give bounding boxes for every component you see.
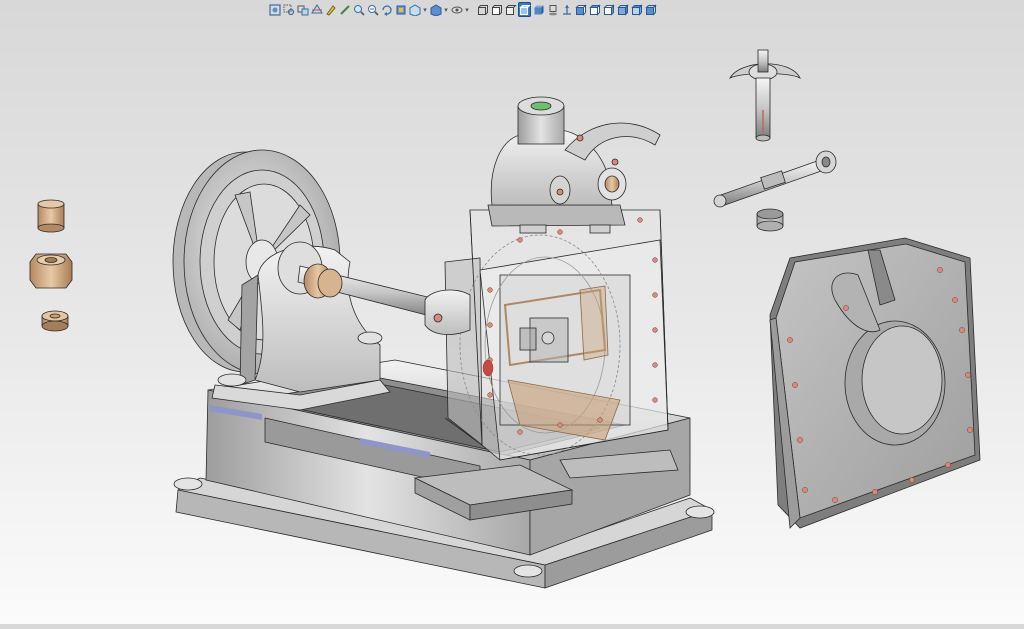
cover-plate-part[interactable]: [769, 237, 981, 529]
shadows-icon[interactable]: [546, 2, 559, 17]
display-style-dropdown-caret[interactable]: ▾: [443, 2, 449, 17]
shaded-with-edges-icon[interactable]: [518, 2, 531, 17]
trimetric-view-icon[interactable]: [630, 2, 643, 17]
hex-nut-part[interactable]: [29, 253, 73, 289]
knurled-nut-part[interactable]: [756, 208, 784, 232]
rotate-view-icon[interactable]: [380, 2, 393, 17]
right-view-icon[interactable]: [602, 2, 615, 17]
bushing-part[interactable]: [37, 199, 65, 233]
zoom-in-icon[interactable]: [366, 2, 379, 17]
section-view-icon[interactable]: [310, 2, 323, 17]
zoom-icon[interactable]: [352, 2, 365, 17]
hidden-lines-removed-icon[interactable]: [504, 2, 517, 17]
top-view-icon[interactable]: [588, 2, 601, 17]
previous-view-icon[interactable]: [296, 2, 309, 17]
pan-view-icon[interactable]: [394, 2, 407, 17]
connecting-rod-part[interactable]: [713, 150, 837, 208]
shaded-icon[interactable]: [532, 2, 545, 17]
zoom-fit-icon[interactable]: [268, 2, 281, 17]
crank-connector-part[interactable]: [424, 289, 471, 335]
heads-up-view-toolbar: ▾ ▾ ▾: [268, 0, 744, 19]
view-orientation-icon[interactable]: [408, 2, 421, 17]
view-orientation-dropdown-caret[interactable]: ▾: [422, 2, 428, 17]
wireframe-icon[interactable]: [476, 2, 489, 17]
sketch-pen-icon[interactable]: [338, 2, 351, 17]
dimetric-view-icon[interactable]: [644, 2, 657, 17]
display-style-icon[interactable]: [429, 2, 442, 17]
graphics-viewport[interactable]: [0, 0, 1024, 624]
washer-part[interactable]: [41, 310, 69, 332]
perspective-icon[interactable]: [560, 2, 573, 17]
front-view-icon[interactable]: [574, 2, 587, 17]
hide-show-dropdown-caret[interactable]: ▾: [464, 2, 470, 17]
piston-rod-part[interactable]: [729, 49, 801, 142]
hidden-lines-visible-icon[interactable]: [490, 2, 503, 17]
zoom-area-icon[interactable]: [282, 2, 295, 17]
dynamic-annotation-icon[interactable]: [324, 2, 337, 17]
hide-show-items-icon[interactable]: [450, 2, 463, 17]
isometric-view-icon[interactable]: [616, 2, 629, 17]
